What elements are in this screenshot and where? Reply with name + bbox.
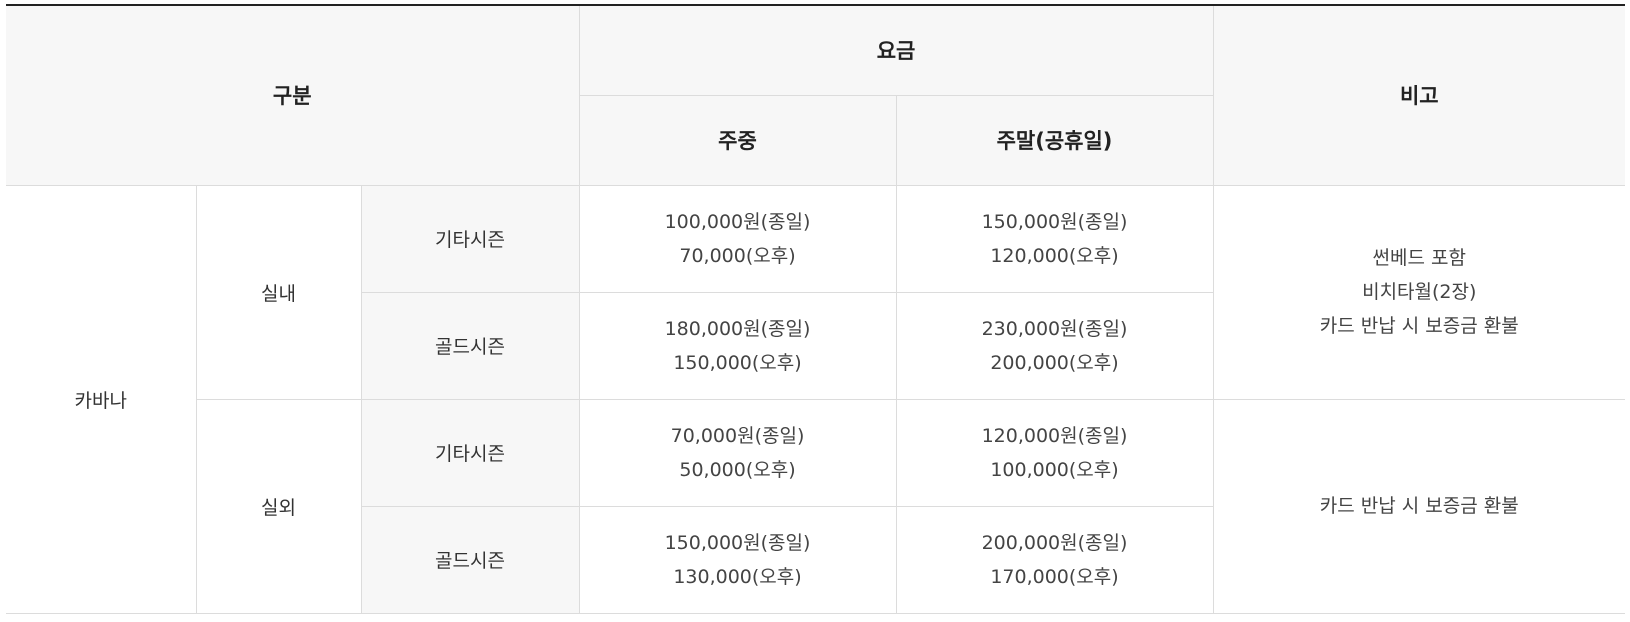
header-note: 비고 [1212, 5, 1626, 186]
table-row: 카바나 실내 기타시즌 100,000원(종일) 70,000(오후) 150,… [6, 184, 1626, 614]
group-cell-indoor: 실내 [195, 184, 362, 400]
weekend-price-cell: 150,000원(종일) 120,000(오후) [895, 184, 1214, 293]
note-line: 썬베드 포함 [1372, 247, 1466, 269]
rate-table-wrapper: 구분 요금 비고 주중 주말(공휴일) 카바나 실내 기타시즌 100,000원… [6, 4, 1626, 614]
price-afternoon: 130,000(오후) [673, 565, 802, 588]
price-full-day: 120,000원(종일) [981, 424, 1128, 447]
price-full-day: 230,000원(종일) [981, 317, 1128, 340]
price-afternoon: 200,000(오후) [990, 351, 1119, 374]
price-afternoon: 150,000(오후) [673, 351, 802, 374]
weekday-price-cell: 70,000원(종일) 50,000(오후) [578, 398, 897, 507]
header-weekend: 주말(공휴일) [895, 94, 1214, 186]
note-line: 비치타월(2장) [1362, 281, 1477, 303]
price-full-day: 150,000원(종일) [664, 531, 811, 554]
weekend-price-cell: 200,000원(종일) 170,000(오후) [895, 505, 1214, 614]
price-afternoon: 170,000(오후) [990, 565, 1119, 588]
weekend-price-cell: 230,000원(종일) 200,000(오후) [895, 291, 1214, 400]
weekend-price-cell: 120,000원(종일) 100,000(오후) [895, 398, 1214, 507]
note-line: 카드 반납 시 보증금 환불 [1319, 495, 1519, 517]
price-full-day: 70,000원(종일) [670, 424, 805, 447]
season-cell: 기타시즌 [360, 184, 580, 293]
price-afternoon: 70,000(오후) [679, 244, 796, 267]
header-category: 구분 [6, 5, 580, 186]
header-weekday: 주중 [578, 94, 897, 186]
table-row: 실외 기타시즌 70,000원(종일) 50,000(오후) 120,000원(… [6, 398, 1626, 614]
weekday-price-cell: 100,000원(종일) 70,000(오후) [578, 184, 897, 293]
price-full-day: 180,000원(종일) [664, 317, 811, 340]
price-full-day: 100,000원(종일) [664, 210, 811, 233]
price-afternoon: 100,000(오후) [990, 458, 1119, 481]
season-cell: 기타시즌 [360, 398, 580, 507]
price-afternoon: 50,000(오후) [679, 458, 796, 481]
cabana-rate-table: 구분 요금 비고 주중 주말(공휴일) 카바나 실내 기타시즌 100,000원… [6, 4, 1626, 614]
header-row-primary: 구분 요금 비고 [6, 5, 1626, 186]
group-cell-outdoor: 실외 [195, 398, 362, 614]
weekday-price-cell: 180,000원(종일) 150,000(오후) [578, 291, 897, 400]
note-cell-indoor: 썬베드 포함 비치타월(2장) 카드 반납 시 보증금 환불 [1212, 184, 1626, 400]
category-cell: 카바나 [6, 184, 197, 614]
season-cell: 골드시즌 [360, 291, 580, 400]
weekday-price-cell: 150,000원(종일) 130,000(오후) [578, 505, 897, 614]
header-fee: 요금 [578, 5, 1214, 96]
price-afternoon: 120,000(오후) [990, 244, 1119, 267]
season-cell: 골드시즌 [360, 505, 580, 614]
price-full-day: 200,000원(종일) [981, 531, 1128, 554]
price-full-day: 150,000원(종일) [981, 210, 1128, 233]
note-cell-outdoor: 카드 반납 시 보증금 환불 [1212, 398, 1626, 614]
note-line: 카드 반납 시 보증금 환불 [1319, 315, 1519, 337]
